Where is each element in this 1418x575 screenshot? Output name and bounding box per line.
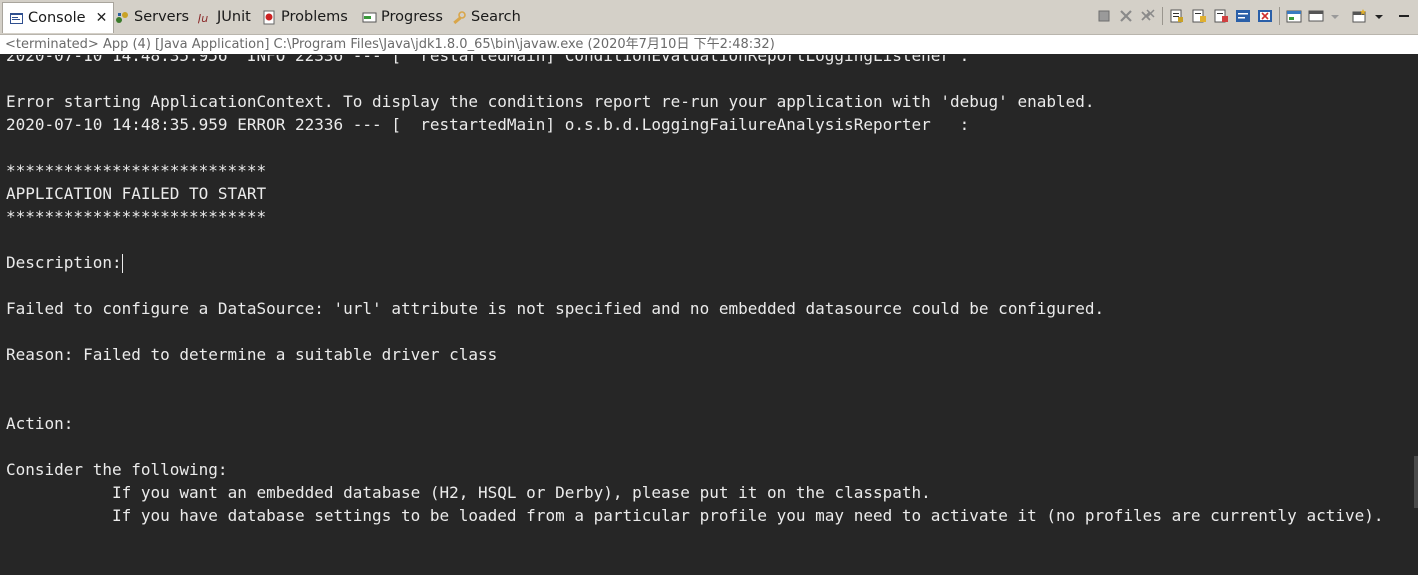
console-line: *************************** [6,207,267,226]
word-wrap-icon[interactable] [1235,8,1251,24]
remove-launch-icon[interactable] [1118,8,1134,24]
vertical-scrollbar[interactable] [1414,456,1418,508]
console-line: Action: [6,414,74,433]
console-line: Consider the following: [6,460,228,479]
tab-console-label: Console [28,10,86,26]
tab-servers[interactable]: Servers [115,4,189,30]
tab-problems-label: Problems [281,9,348,25]
tab-progress[interactable]: Progress [362,4,443,30]
console-toolbar [1096,5,1412,27]
display-selected-console-icon[interactable] [1308,8,1324,24]
terminate-icon[interactable] [1096,8,1112,24]
junit-icon: Ju [196,10,213,25]
tab-progress-label: Progress [381,9,443,25]
svg-text:Ju: Ju [198,12,208,25]
console-line: Failed to configure a DataSource: 'url' … [6,299,1105,318]
clear-console-icon[interactable] [1257,8,1273,24]
toolbar-separator [1279,7,1280,25]
tab-junit[interactable]: Ju JUnit [196,4,251,30]
console-line: Reason: Failed to determine a suitable d… [6,345,498,364]
console-line: 2020-07-10 14:48:35.956 INFO 22336 --- [… [6,55,970,65]
tab-search[interactable]: Search [452,4,521,30]
problems-icon [262,10,277,25]
pin-console-icon[interactable] [1286,8,1302,24]
remove-all-terminated-icon[interactable] [1140,8,1156,24]
tab-problems[interactable]: Problems [262,4,348,30]
console-status-line: <terminated> App (4) [Java Application] … [0,35,1418,54]
tab-console[interactable]: Console ✕ [2,2,115,33]
console-line: If you want an embedded database (H2, HS… [6,483,931,502]
tab-servers-label: Servers [134,9,190,25]
toolbar-separator [1162,7,1163,25]
servers-icon [115,10,130,25]
search-icon [452,10,467,25]
console-output[interactable]: 2020-07-10 14:48:35.956 INFO 22336 --- [… [0,55,1418,575]
view-menu-icon[interactable] [1374,8,1390,24]
open-console-icon[interactable] [1352,8,1368,24]
console-line: If you have database settings to be load… [6,506,1384,525]
progress-icon [362,10,377,25]
console-line-description: Description: [6,253,123,273]
console-line: Error starting ApplicationContext. To di… [6,92,1095,111]
scroll-lock-icon[interactable] [1169,8,1185,24]
close-icon[interactable]: ✕ [96,10,108,26]
console-line: *************************** [6,161,267,180]
console-line-text: Description: [6,253,122,272]
show-on-stderr-icon[interactable] [1213,8,1229,24]
tab-search-label: Search [471,9,521,25]
minimize-icon[interactable] [1396,8,1412,24]
show-on-stdout-icon[interactable] [1191,8,1207,24]
tab-junit-label: JUnit [217,9,251,25]
chevron-down-icon[interactable] [1330,8,1346,24]
console-icon [9,11,24,26]
text-caret [121,254,123,273]
console-line: 2020-07-10 14:48:35.959 ERROR 22336 --- … [6,115,970,134]
view-tab-bar: Console ✕ Servers Ju JUnit Problems Prog… [0,0,1418,35]
console-line: APPLICATION FAILED TO START [6,184,267,203]
